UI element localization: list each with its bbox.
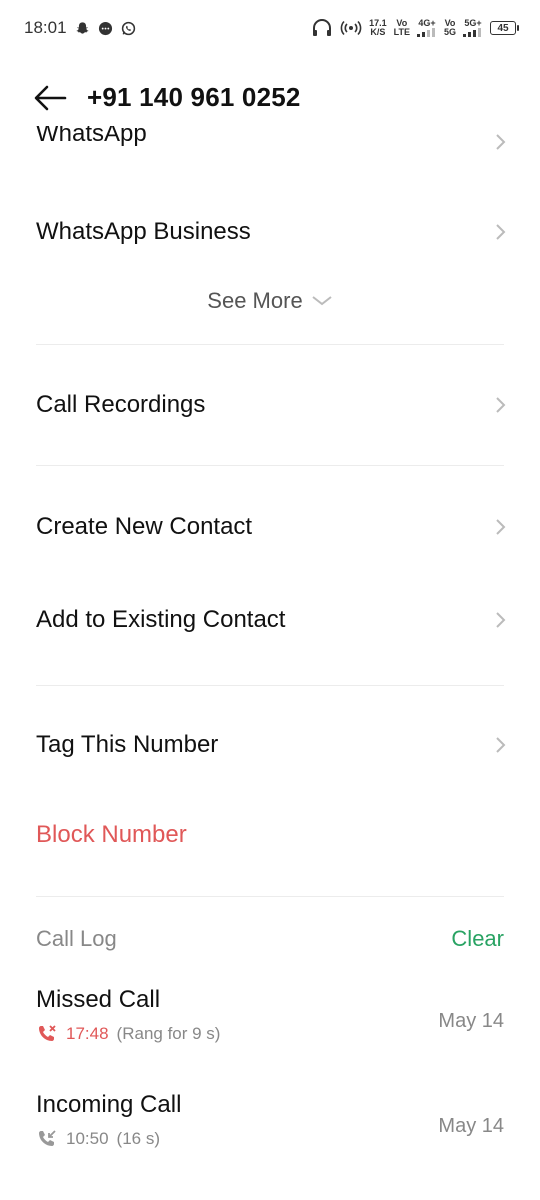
clear-button[interactable]: Clear: [451, 926, 504, 952]
call-log-title: Call Log: [36, 926, 117, 951]
chevron-down-icon: [312, 296, 332, 306]
signal-icon: [463, 28, 481, 37]
status-left: 18:01: [24, 18, 136, 38]
row-label: Create New Contact: [36, 513, 253, 540]
status-bar: 18:01 17.1 K/S Vo LTE 4G+ Vo 5G 5G+ 45: [0, 0, 540, 56]
sim2-network: 5G+: [463, 19, 483, 37]
chevron-right-icon: [496, 224, 506, 240]
call-time: 10:50: [66, 1129, 109, 1148]
call-type: Incoming Call: [36, 1091, 182, 1118]
call-recordings-row[interactable]: Call Recordings: [0, 383, 540, 429]
call-time: 17:48: [66, 1024, 109, 1043]
divider: [36, 344, 504, 345]
sim1-volte: Vo LTE: [393, 18, 410, 37]
call-type: Missed Call: [36, 986, 161, 1013]
call-detail: (16 s): [116, 1129, 161, 1148]
call-detail: (Rang for 9 s): [116, 1024, 221, 1043]
divider: [36, 465, 504, 466]
chevron-right-icon: [496, 612, 506, 628]
app-header: +91 140 961 0252: [0, 70, 540, 126]
row-label: WhatsApp: [36, 126, 147, 147]
see-more-label: See More: [207, 288, 303, 313]
snapchat-icon: [76, 21, 89, 34]
see-more-button[interactable]: See More: [0, 288, 540, 314]
chevron-right-icon: [496, 519, 506, 535]
call-log-item[interactable]: Missed Call 17:48 (Rang for 9 s) May 14: [0, 986, 540, 1066]
row-label: Tag This Number: [36, 731, 219, 758]
call-meta: 10:50 (16 s): [36, 1129, 160, 1149]
back-arrow-icon[interactable]: [32, 82, 68, 114]
chevron-right-icon: [496, 134, 506, 150]
add-to-existing-contact-row[interactable]: Add to Existing Contact: [0, 598, 540, 644]
missed-call-icon: [39, 1025, 56, 1041]
call-date: May 14: [438, 1010, 504, 1032]
incoming-call-icon: [39, 1130, 56, 1146]
tag-number-row[interactable]: Tag This Number: [0, 723, 540, 769]
hotspot-icon: [340, 20, 362, 36]
sim1-network: 4G+: [416, 19, 437, 37]
page-title: +91 140 961 0252: [87, 82, 301, 112]
whatsapp-icon: [121, 21, 135, 35]
divider: [36, 896, 504, 897]
row-label: Call Recordings: [36, 391, 206, 418]
app-row-whatsapp-business[interactable]: WhatsApp Business: [0, 210, 540, 256]
app-row-whatsapp[interactable]: WhatsApp: [0, 126, 540, 162]
chevron-right-icon: [496, 737, 506, 753]
block-number-button[interactable]: Block Number: [0, 813, 540, 859]
net-speed: 17.1 K/S: [369, 18, 387, 37]
signal-icon: [416, 28, 435, 37]
battery-icon: 45: [490, 21, 519, 35]
call-log-header: Call Log Clear: [0, 922, 540, 956]
status-right: 17.1 K/S Vo LTE 4G+ Vo 5G 5G+ 45: [311, 18, 519, 37]
chevron-right-icon: [496, 397, 506, 413]
row-label: Add to Existing Contact: [36, 606, 286, 633]
row-label: WhatsApp Business: [36, 218, 251, 245]
call-meta: 17:48 (Rang for 9 s): [36, 1024, 220, 1044]
row-label: Block Number: [36, 821, 187, 848]
sim2-volte: Vo 5G: [443, 18, 456, 37]
status-time: 18:01: [24, 18, 67, 37]
message-bubble-icon: [98, 21, 112, 35]
headphones-icon: [313, 19, 332, 36]
divider: [36, 685, 504, 686]
create-new-contact-row[interactable]: Create New Contact: [0, 505, 540, 551]
call-date: May 14: [438, 1115, 504, 1137]
call-log-item[interactable]: Incoming Call 10:50 (16 s) May 14: [0, 1091, 540, 1171]
